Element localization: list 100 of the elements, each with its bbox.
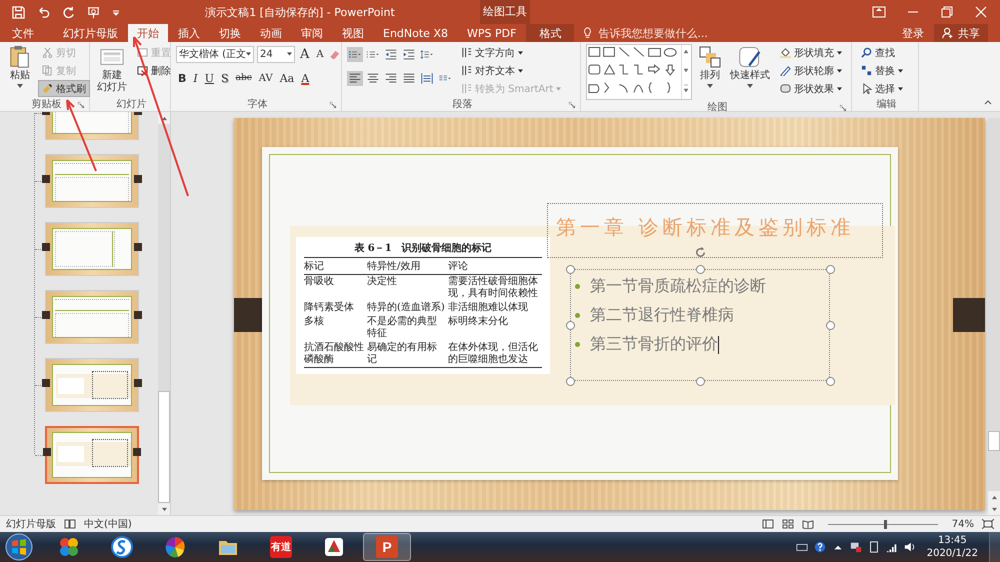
dialog-launcher-icon[interactable] xyxy=(330,102,336,108)
paragraph-button[interactable]: 文字方向 xyxy=(457,44,566,61)
scroll-down-icon[interactable] xyxy=(160,506,168,512)
slide-thumbnail[interactable] xyxy=(45,358,139,412)
font-name-field[interactable]: 华文楷体 (正文 xyxy=(176,46,254,62)
ribbon-tab[interactable]: 格式 xyxy=(526,24,574,42)
scroll-up-icon[interactable] xyxy=(160,116,168,120)
save-icon[interactable] xyxy=(12,6,25,18)
scrollbar-thumb[interactable] xyxy=(158,391,170,503)
slide-thumbnail[interactable] xyxy=(45,290,139,344)
sign-in-link[interactable]: 登录 xyxy=(902,26,924,40)
font-format-button[interactable]: AV xyxy=(256,72,275,84)
decrease-indent-icon[interactable] xyxy=(383,46,399,62)
ribbon-tab[interactable]: 文件 xyxy=(0,24,46,42)
decrease-font-button[interactable]: A xyxy=(314,48,326,60)
caret-icon xyxy=(837,86,842,90)
paste-button[interactable]: 粘贴 xyxy=(6,44,34,89)
quick-styles-button[interactable]: 快速样式 xyxy=(728,44,772,89)
font-format-button[interactable]: A xyxy=(299,72,312,84)
increase-indent-icon[interactable] xyxy=(401,46,417,62)
slide-thumbnail[interactable] xyxy=(45,154,139,208)
start-button[interactable] xyxy=(4,532,34,562)
sorter-view-icon[interactable] xyxy=(782,519,794,529)
ribbon-tab[interactable]: 动画 xyxy=(251,24,291,42)
distribute-icon[interactable] xyxy=(419,70,435,86)
font-format-button[interactable]: abc xyxy=(234,73,254,83)
slide-button[interactable]: 删除 xyxy=(133,62,175,79)
paragraph-button[interactable]: 对齐文本 xyxy=(457,62,566,79)
reading-view-icon[interactable] xyxy=(802,519,814,529)
fit-slide-icon[interactable] xyxy=(982,519,994,529)
help-icon[interactable] xyxy=(814,541,826,553)
ribbon-tab[interactable]: 开始 xyxy=(128,24,168,42)
customize-caret-icon[interactable] xyxy=(112,8,120,16)
align-left-icon[interactable] xyxy=(347,70,363,86)
bullet-list-icon[interactable] xyxy=(347,46,363,62)
ribbon-tab[interactable]: WPS PDF xyxy=(458,24,526,42)
presentation-icon[interactable] xyxy=(87,6,100,18)
close-icon[interactable] xyxy=(974,6,988,18)
shapes-gallery[interactable] xyxy=(586,44,692,100)
group-label: 绘图 xyxy=(708,101,728,114)
shape-effect-icon xyxy=(780,83,791,94)
scrollbar-thumb[interactable] xyxy=(988,431,1000,451)
align-right-icon[interactable] xyxy=(383,70,399,86)
clipboard-button[interactable]: 格式刷 xyxy=(38,80,90,97)
redo-icon[interactable] xyxy=(62,6,75,18)
taskbar-app-button[interactable]: P xyxy=(363,533,411,561)
ribbon-tab[interactable]: 幻灯片母版 xyxy=(54,24,127,42)
font-format-button[interactable]: B xyxy=(176,72,188,84)
network-error-icon[interactable] xyxy=(850,541,862,553)
increase-font-button[interactable]: A xyxy=(298,46,312,62)
clock-time[interactable]: 13:45 xyxy=(938,534,967,547)
arrange-button[interactable]: 排列 xyxy=(696,44,724,89)
zoom-slider[interactable] xyxy=(884,520,887,528)
collapse-ribbon-icon[interactable] xyxy=(984,99,992,105)
ribbon-tab[interactable]: 插入 xyxy=(169,24,209,42)
keyboard-icon[interactable] xyxy=(796,541,808,553)
tell-me-field[interactable]: 告诉我您想要做什么... xyxy=(583,24,730,42)
taskbar-app-button[interactable]: 有道 xyxy=(257,533,305,561)
justify-icon[interactable] xyxy=(401,70,417,86)
editing-button[interactable]: 选择 xyxy=(857,80,907,97)
restore-icon[interactable] xyxy=(940,6,954,18)
editing-button[interactable]: 替换 xyxy=(857,62,907,79)
shape-format-button[interactable]: 形状效果 xyxy=(776,80,846,97)
shape-format-button[interactable]: 形状填充 xyxy=(776,44,846,61)
font-format-button[interactable]: S xyxy=(219,72,231,84)
scroll-up-icon[interactable] xyxy=(990,494,998,500)
align-center-icon[interactable] xyxy=(365,70,381,86)
new-slide-button[interactable]: 新建 幻灯片 xyxy=(95,44,129,95)
pen-icon xyxy=(780,65,791,76)
normal-view-icon[interactable] xyxy=(762,519,774,529)
font-format-button[interactable]: U xyxy=(202,72,216,84)
font-format-button[interactable]: I xyxy=(191,72,200,84)
slide-thumbnail[interactable] xyxy=(45,426,139,484)
share-button[interactable]: 共享 xyxy=(934,24,988,42)
volume-icon[interactable] xyxy=(904,541,916,553)
dialog-launcher-icon[interactable] xyxy=(840,105,846,111)
language-label[interactable]: 中文(中国) xyxy=(84,517,132,531)
scroll-down-icon[interactable] xyxy=(990,506,998,512)
dialog-launcher-icon[interactable] xyxy=(569,102,575,108)
font-format-button[interactable]: Aa xyxy=(278,72,296,84)
zoom-level[interactable]: 74% xyxy=(952,518,974,530)
shape-format-button[interactable]: 形状轮廓 xyxy=(776,62,846,79)
font-size-field[interactable]: 24 xyxy=(257,46,295,62)
clock-date[interactable]: 2020/1/22 xyxy=(926,547,978,560)
ribbon-tab[interactable]: EndNote X8 xyxy=(374,24,457,42)
table-header: 标记 xyxy=(304,261,325,273)
spellcheck-icon[interactable] xyxy=(64,519,76,529)
editing-button[interactable]: 查找 xyxy=(857,44,907,61)
slide-thumbnail[interactable] xyxy=(45,222,139,276)
dialog-launcher-icon[interactable] xyxy=(78,102,84,108)
ribbon-display-icon[interactable] xyxy=(872,6,886,18)
device-icon[interactable] xyxy=(868,541,880,553)
ribbon-tab[interactable]: 视图 xyxy=(333,24,373,42)
ribbon-tab[interactable]: 审阅 xyxy=(292,24,332,42)
undo-icon[interactable] xyxy=(37,6,50,18)
table-cell-text: 不是必需的典型特征 xyxy=(367,316,438,340)
delete-icon xyxy=(137,65,148,76)
rotate-handle[interactable] xyxy=(694,246,707,259)
caret-icon xyxy=(518,68,523,72)
ribbon-tab[interactable]: 切换 xyxy=(210,24,250,42)
